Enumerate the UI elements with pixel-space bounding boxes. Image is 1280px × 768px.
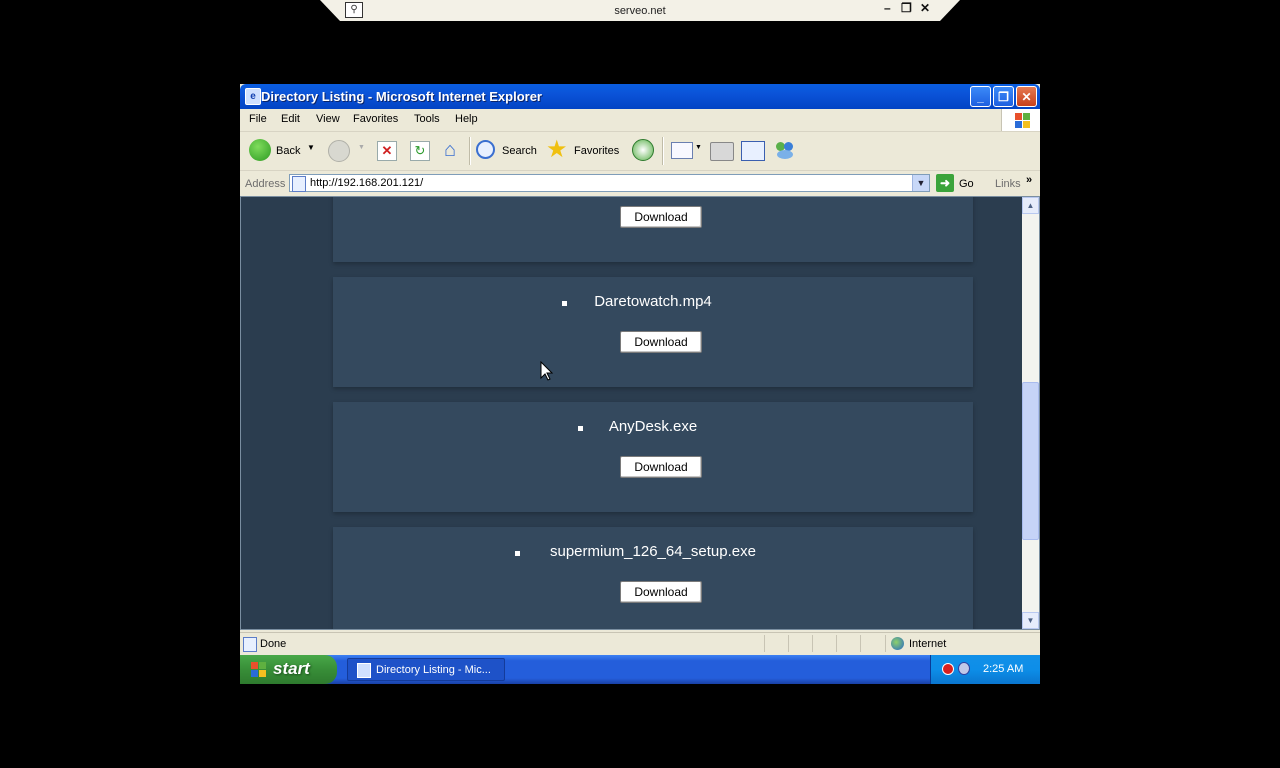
scroll-down-icon[interactable]: ▼: [1022, 612, 1039, 629]
mail-dropdown-icon[interactable]: ▼: [695, 144, 702, 151]
file-name: Daretowatch.mp4: [594, 293, 712, 310]
restore-icon[interactable]: ❐: [901, 1, 912, 15]
taskbar-item-label: Directory Listing - Mic...: [376, 664, 491, 676]
mouse-cursor-icon: [540, 361, 554, 381]
home-icon[interactable]: ⌂: [439, 139, 461, 161]
refresh-icon[interactable]: ↻: [410, 141, 430, 161]
favorites-label[interactable]: Favorites: [574, 145, 619, 157]
print-icon[interactable]: [710, 142, 734, 161]
forward-dropdown-icon: ▼: [358, 144, 365, 151]
menu-view[interactable]: View: [316, 113, 340, 125]
address-dropdown-icon[interactable]: ▼: [912, 175, 929, 191]
network-icon[interactable]: [958, 662, 970, 675]
standard-toolbar: Back ▼ ▼ ✕ ↻ ⌂ Search ★ Favorites ▼: [240, 132, 1040, 171]
title-bar[interactable]: e Directory Listing - Microsoft Internet…: [240, 84, 1040, 109]
edit-icon[interactable]: [741, 141, 765, 161]
security-alert-icon[interactable]: [942, 663, 954, 675]
security-zone-label: Internet: [909, 638, 947, 650]
remote-host-label: serveo.net: [614, 5, 666, 17]
file-name: supermium_126_64_setup.exe: [550, 543, 756, 560]
start-button[interactable]: start: [240, 655, 337, 684]
scroll-thumb[interactable]: [1022, 382, 1039, 540]
windows-logo-icon: [1001, 109, 1040, 131]
vertical-scrollbar[interactable]: ▲ ▼: [1022, 197, 1039, 629]
download-button[interactable]: Download: [620, 206, 702, 228]
file-card: Daretowatch.mp4 Download: [333, 277, 973, 387]
ie-task-icon: [357, 663, 371, 678]
browser-window: e Directory Listing - Microsoft Internet…: [240, 84, 1040, 684]
start-label: start: [273, 659, 310, 678]
messenger-icon[interactable]: [774, 140, 796, 160]
menu-help[interactable]: Help: [455, 113, 478, 125]
page-content: Download Daretowatch.mp4 Download AnyDes…: [240, 196, 1040, 630]
back-label[interactable]: Back: [276, 145, 300, 157]
menu-favorites[interactable]: Favorites: [353, 113, 398, 125]
status-text: Done: [260, 638, 287, 650]
address-label: Address: [245, 178, 286, 190]
file-card: supermium_126_64_setup.exe Download: [333, 527, 973, 629]
download-button[interactable]: Download: [620, 331, 702, 353]
window-title: Directory Listing - Microsoft Internet E…: [261, 89, 542, 104]
file-card: AnyDesk.exe Download: [333, 402, 973, 512]
page-icon: [292, 176, 306, 192]
chevron-right-icon[interactable]: »: [1026, 174, 1032, 186]
internet-zone-icon: [891, 637, 904, 650]
history-icon[interactable]: [632, 139, 654, 161]
minimize-button[interactable]: _: [970, 86, 991, 107]
ie-icon: e: [245, 88, 261, 105]
maximize-button[interactable]: ❐: [993, 86, 1014, 107]
scroll-up-icon[interactable]: ▲: [1022, 197, 1039, 214]
file-name: AnyDesk.exe: [608, 418, 698, 435]
go-button[interactable]: Go: [959, 178, 974, 190]
menu-bar: File Edit View Favorites Tools Help: [240, 109, 1040, 132]
download-button[interactable]: Download: [620, 456, 702, 478]
download-button[interactable]: Download: [620, 581, 702, 603]
search-icon[interactable]: [476, 140, 495, 159]
page-status-icon: [243, 637, 257, 652]
mail-icon[interactable]: [671, 142, 693, 159]
menu-edit[interactable]: Edit: [281, 113, 300, 125]
forward-arrow-icon[interactable]: [328, 140, 350, 162]
address-input[interactable]: http://192.168.201.121/ ▼: [289, 174, 930, 192]
file-card: Download: [333, 197, 973, 262]
minimize-icon[interactable]: –: [884, 1, 891, 15]
menu-tools[interactable]: Tools: [414, 113, 440, 125]
address-bar: Address http://192.168.201.121/ ▼ ➜ Go L…: [240, 171, 1040, 195]
status-bar: Done Internet: [240, 632, 1040, 655]
go-arrow-icon[interactable]: ➜: [936, 174, 954, 192]
back-dropdown-icon[interactable]: ▼: [307, 143, 315, 152]
remote-session-bar: ⚲ serveo.net – ❐ ✕: [320, 0, 960, 21]
stop-icon[interactable]: ✕: [377, 141, 397, 161]
windows-flag-icon: [251, 662, 267, 678]
favorites-star-icon[interactable]: ★: [546, 137, 568, 163]
search-label[interactable]: Search: [502, 145, 537, 157]
clock[interactable]: 2:25 AM: [983, 663, 1023, 675]
menu-file[interactable]: File: [249, 113, 267, 125]
taskbar-item-browser[interactable]: Directory Listing - Mic...: [347, 658, 505, 681]
address-url[interactable]: http://192.168.201.121/: [310, 177, 423, 189]
links-label[interactable]: Links: [995, 178, 1021, 190]
back-arrow-icon[interactable]: [249, 139, 271, 161]
taskbar: start Directory Listing - Mic... 2:25 AM: [240, 655, 1040, 684]
close-button[interactable]: ✕: [1016, 86, 1037, 107]
system-tray: 2:25 AM: [930, 655, 1040, 684]
close-icon[interactable]: ✕: [920, 1, 930, 15]
